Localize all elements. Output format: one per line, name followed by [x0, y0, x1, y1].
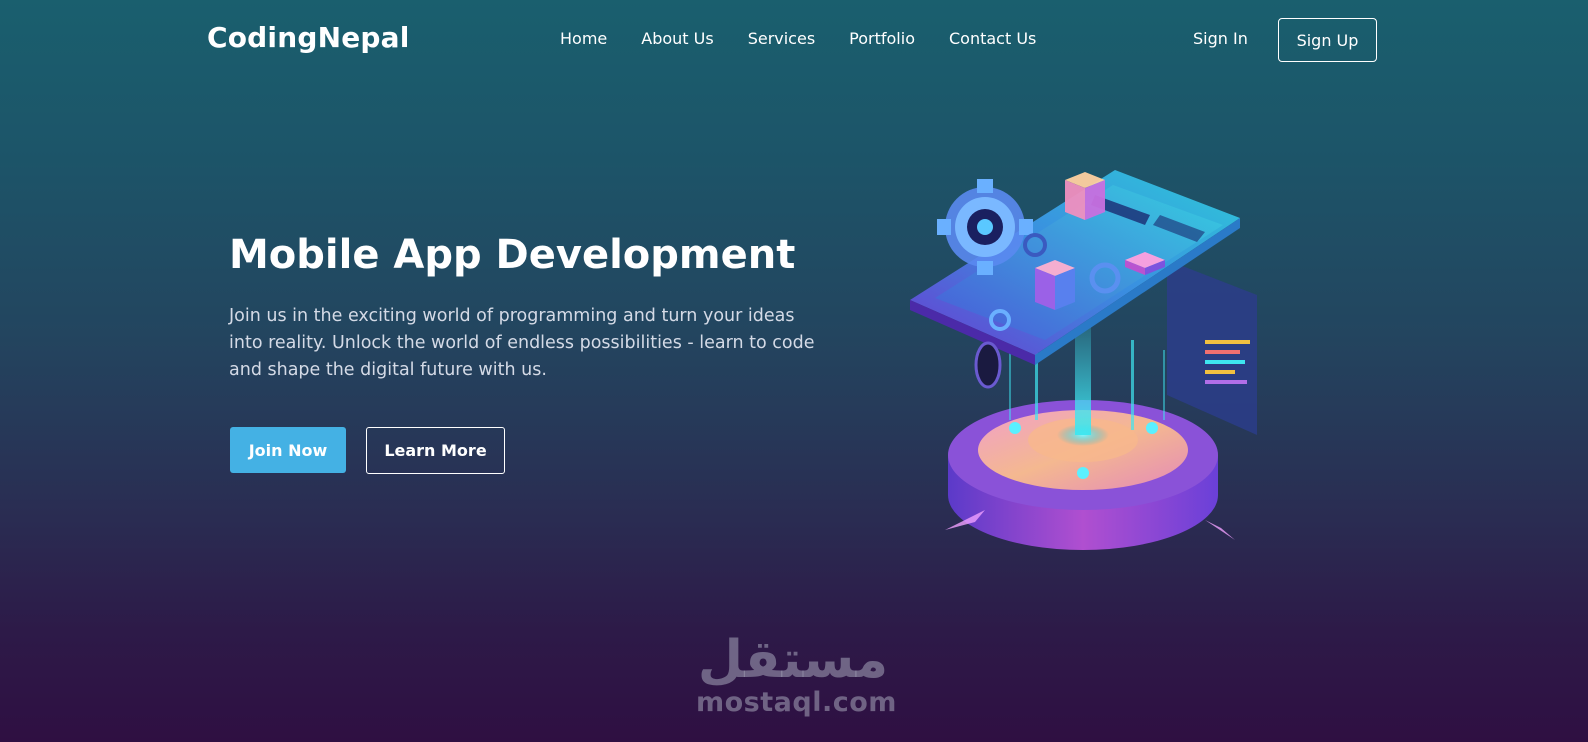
isometric-phone-illustration	[910, 170, 1257, 550]
nav-link-services[interactable]: Services	[748, 29, 815, 48]
watermark: مستقل mostaql.com	[696, 630, 897, 718]
nav-link-portfolio[interactable]: Portfolio	[849, 29, 915, 48]
logo[interactable]: CodingNepal	[207, 21, 410, 54]
nav-link-home[interactable]: Home	[560, 29, 607, 48]
nav-link-contact-us[interactable]: Contact Us	[949, 29, 1036, 48]
join-now-button[interactable]: Join Now	[230, 427, 346, 473]
learn-more-button[interactable]: Learn More	[366, 427, 505, 474]
hero-description: Join us in the exciting world of program…	[229, 306, 815, 380]
nav-list: Home About Us Services Portfolio Contact…	[560, 29, 1070, 48]
hero-title: Mobile App Development	[229, 232, 796, 278]
sign-up-button[interactable]: Sign Up	[1278, 18, 1377, 62]
nav-link-about-us[interactable]: About Us	[641, 29, 713, 48]
watermark-arabic: مستقل	[697, 630, 889, 690]
sign-in-link[interactable]: Sign In	[1193, 29, 1248, 48]
watermark-latin: mostaql.com	[696, 687, 897, 718]
site-header: CodingNepal Home About Us Services Portf…	[0, 0, 1588, 80]
